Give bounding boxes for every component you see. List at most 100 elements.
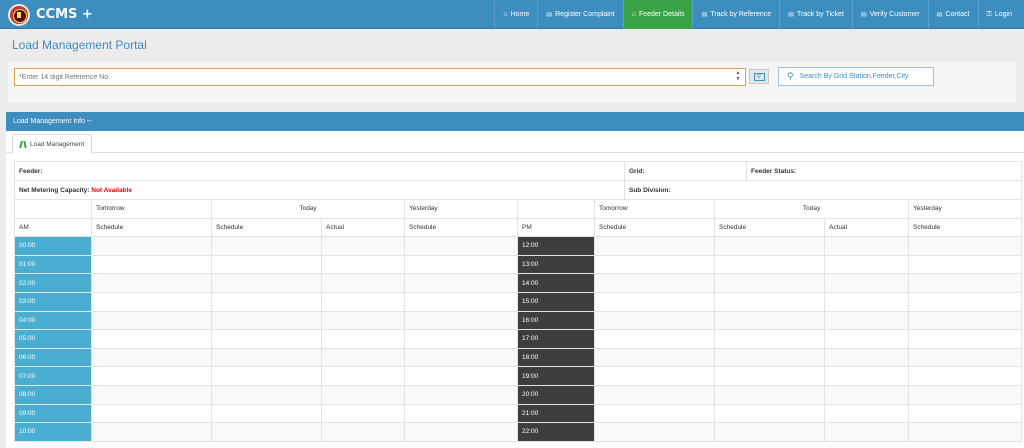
schedule-cell xyxy=(714,236,826,256)
brand[interactable]: CCMS + xyxy=(8,3,93,26)
schedule-cell xyxy=(320,347,406,368)
pm-time-cell: 15:00 xyxy=(517,291,596,312)
schedule-cell xyxy=(320,310,406,331)
pm-time-cell: 22:00 xyxy=(517,422,596,442)
schedule-cell xyxy=(824,310,910,331)
pm-time-cell: 16:00 xyxy=(517,310,596,331)
schedule-cell xyxy=(824,236,910,256)
schedule-cell xyxy=(714,403,826,424)
tab-label: Load Management xyxy=(30,140,85,148)
nav-item-track-by-ticket[interactable]: ✉ Track by Ticket xyxy=(779,0,852,29)
nav-item-login[interactable]: ⚿ Login xyxy=(977,0,1020,29)
nav-item-label: Contact xyxy=(945,11,970,18)
nav-item-feeder-details[interactable]: ⌂ Feeder Details xyxy=(622,0,693,29)
nav-item-label: Track by Ticket xyxy=(797,11,844,18)
logo-icon xyxy=(8,3,30,26)
schedule-cell xyxy=(908,291,1023,312)
schedule-cell xyxy=(211,254,322,275)
table-row: 09:00 21:00 xyxy=(14,403,1023,424)
schedule-cell xyxy=(91,366,212,386)
schedule-cell xyxy=(91,403,212,424)
tab-load-management[interactable]: Load Management xyxy=(12,134,93,154)
nav-item-label: Login xyxy=(994,11,1012,18)
schedule-cell xyxy=(714,310,826,331)
comments-icon: ✉ xyxy=(546,11,553,19)
nav-item-register-complaint[interactable]: ✉ Register Complaint xyxy=(537,0,622,29)
schedule-cell xyxy=(908,366,1023,386)
schedule-cell xyxy=(714,254,826,275)
nav-item-label: Home xyxy=(510,11,530,18)
schedule-cell xyxy=(404,273,519,293)
feeder-label: Feeder: xyxy=(14,161,625,181)
grid-search-button[interactable]: ⚲ Search By Grid Station,Feeder,City xyxy=(778,67,934,86)
pm-time-cell: 12:00 xyxy=(517,236,596,256)
am-time-cell: 00:00 xyxy=(14,236,92,256)
schedule-cell xyxy=(594,273,716,293)
schedule-cell xyxy=(91,347,212,368)
schedule-cell xyxy=(211,366,322,386)
header-empty-pm xyxy=(517,199,596,219)
comments-icon: ✉ xyxy=(788,11,795,19)
schedule-cell xyxy=(91,384,212,405)
header-tomorrow-am: Tomorrow xyxy=(91,199,212,219)
schedule-cell xyxy=(824,347,910,368)
schedule-cell xyxy=(714,273,826,293)
grid-label: Grid: xyxy=(624,161,747,181)
schedule-cell xyxy=(594,291,716,312)
nav-item-verify-customer[interactable]: ✉ Verify Customer xyxy=(851,0,928,29)
schedule-table: Tomorrow Today Yesterday Tomorrow Today … xyxy=(14,199,1023,442)
am-time-cell: 06:00 xyxy=(14,347,92,368)
schedule-cell xyxy=(824,422,910,442)
search-icon: ⚲ xyxy=(787,71,794,81)
schedule-cell xyxy=(404,422,519,442)
schedule-cell xyxy=(824,291,910,312)
info-bar-title: Load Management Info -- xyxy=(13,118,92,125)
header-yesterday-pm: Yesterday xyxy=(908,199,1023,219)
schedule-cell xyxy=(594,347,716,368)
schedule-cell xyxy=(908,329,1023,349)
nav-item-home[interactable]: ⌂ Home xyxy=(494,0,537,29)
home-icon: ⌂ xyxy=(503,11,508,18)
schedule-cell xyxy=(714,291,826,312)
table-row: 10:00 22:00 xyxy=(14,422,1023,442)
am-time-cell: 02:00 xyxy=(14,273,92,293)
table-row: 08:00 20:00 xyxy=(14,384,1023,405)
pm-time-cell: 21:00 xyxy=(517,403,596,424)
nav-item-contact[interactable]: ✉ Contact xyxy=(927,0,978,29)
comments-icon: ✉ xyxy=(860,11,867,19)
search-button[interactable]: ⚲ xyxy=(749,69,769,84)
number-spinner[interactable]: ▲ ▼ xyxy=(734,70,742,84)
table-row: 02:00 14:00 xyxy=(14,273,1023,293)
schedule-cell xyxy=(211,291,322,312)
schedule-cell xyxy=(594,384,716,405)
header-tomorrow-pm: Tomorrow xyxy=(594,199,716,219)
schedule-cell xyxy=(404,254,519,275)
reference-number-input[interactable] xyxy=(14,68,746,86)
schedule-cell xyxy=(211,384,322,405)
header-actual: Actual xyxy=(320,217,406,238)
schedule-cell xyxy=(594,329,716,349)
schedule-cell xyxy=(404,403,519,424)
am-time-cell: 04:00 xyxy=(14,310,92,331)
net-metering-cell: Net Metering Capacity: Not Available xyxy=(14,180,625,200)
nav-item-track-by-reference[interactable]: ✉ Track by Reference xyxy=(692,0,779,29)
schedule-cell xyxy=(404,347,519,368)
am-time-cell: 08:00 xyxy=(14,384,92,405)
schedule-cell xyxy=(908,422,1023,442)
schedule-cell xyxy=(908,384,1023,405)
schedule-cell xyxy=(91,273,212,293)
table-row: 03:00 15:00 xyxy=(14,291,1023,312)
nav-item-label: Verify Customer xyxy=(869,11,920,18)
road-icon xyxy=(20,141,26,148)
schedule-cell xyxy=(824,403,910,424)
schedule-cell xyxy=(594,422,716,442)
feeder-info-table: Feeder: Grid: Feeder Status: Net Meterin… xyxy=(14,161,1022,200)
nav-menu: ⌂ Home ✉ Register Complaint ⌂ Feeder Details ✉… xyxy=(494,0,1020,29)
header-empty-am xyxy=(14,199,92,219)
brand-title: CCMS + xyxy=(36,7,93,22)
schedule-cell xyxy=(320,384,406,405)
schedule-cell xyxy=(908,254,1023,275)
key-icon: ⚿ xyxy=(986,10,992,18)
schedule-cell xyxy=(91,291,212,312)
schedule-cell xyxy=(824,254,910,275)
